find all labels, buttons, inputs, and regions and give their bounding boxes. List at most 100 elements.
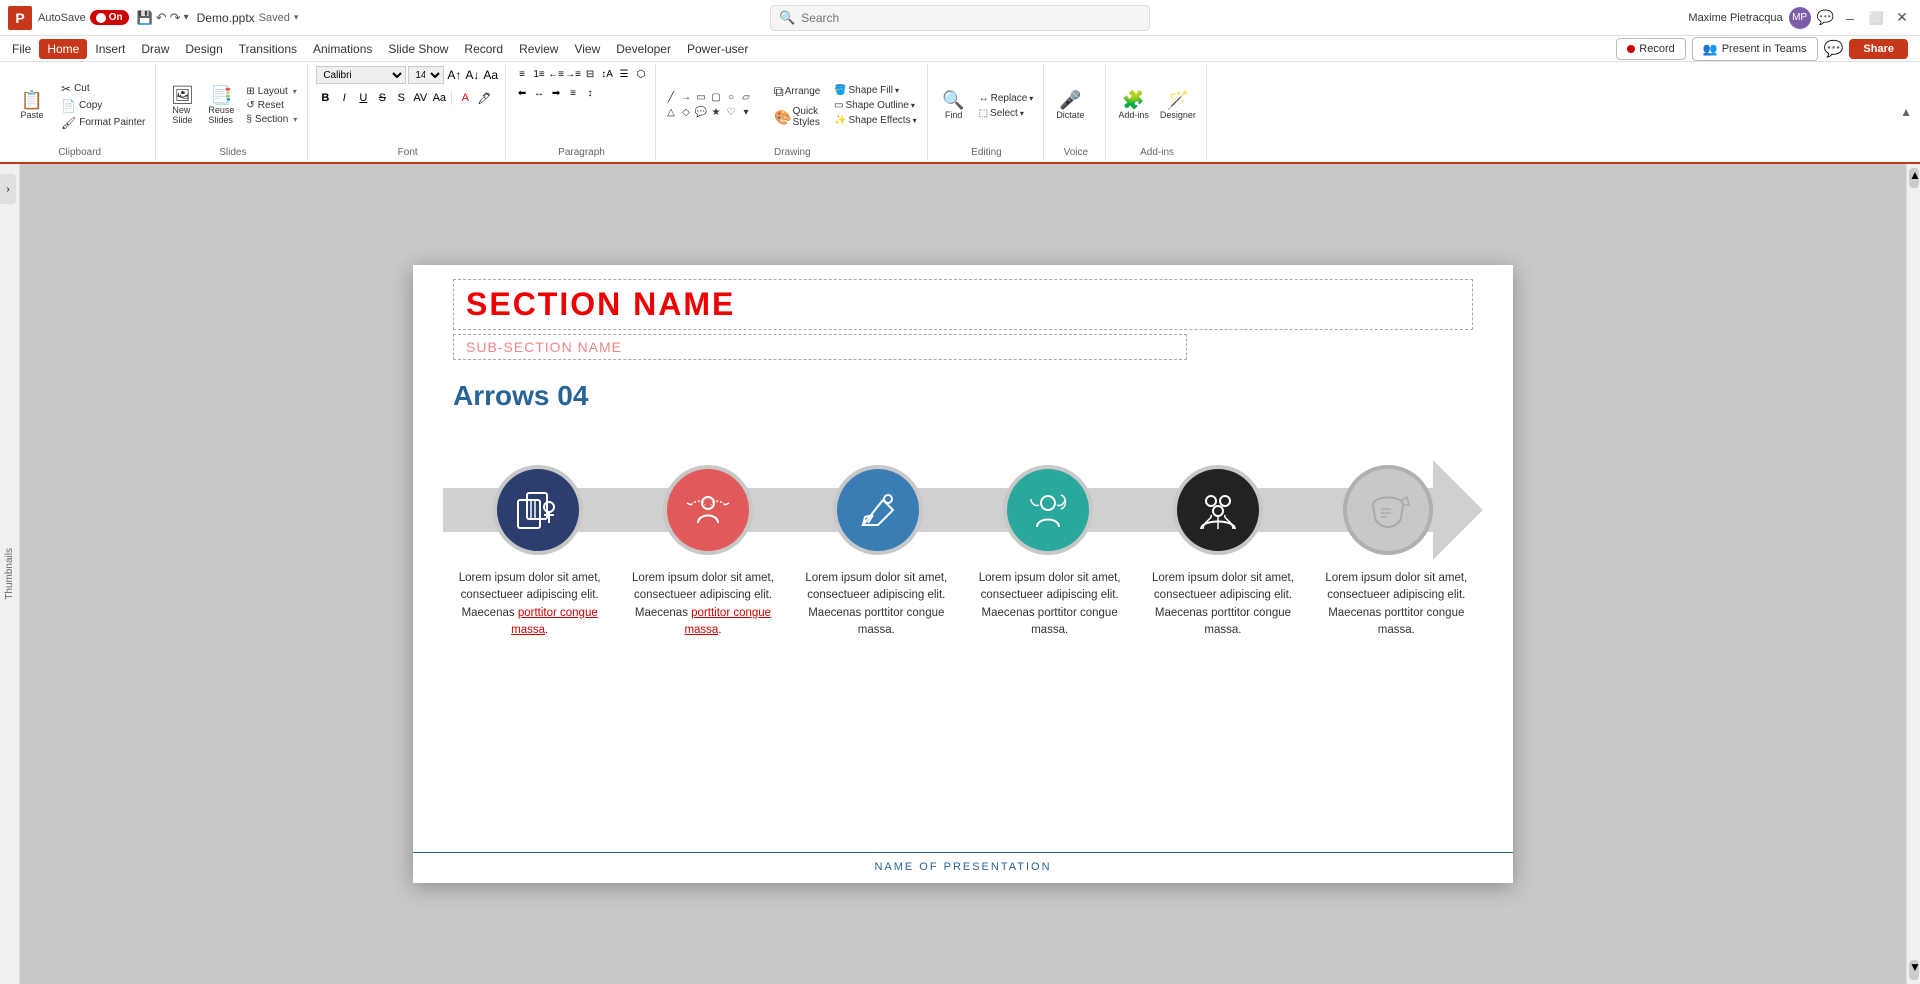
- find-button[interactable]: 🔍 Find: [936, 89, 972, 122]
- bold-button[interactable]: B: [316, 89, 334, 107]
- font-case-button[interactable]: Aa: [430, 89, 448, 107]
- minimize-button[interactable]: –: [1840, 8, 1860, 28]
- align-center-button[interactable]: ↔: [531, 85, 547, 101]
- copy-button[interactable]: 📄 Copy: [57, 98, 149, 114]
- addins-button[interactable]: 🧩 Add-ins: [1114, 89, 1153, 122]
- cut-button[interactable]: ✂ Cut: [57, 81, 149, 97]
- round-rect-shape[interactable]: ▢: [709, 91, 723, 105]
- menu-design[interactable]: Design: [177, 39, 230, 59]
- clear-format-icon[interactable]: Aa: [482, 67, 499, 83]
- decrease-font-icon[interactable]: A↓: [464, 67, 480, 83]
- font-family-select[interactable]: Calibri: [316, 66, 406, 84]
- present-teams-button[interactable]: 👥 Present in Teams: [1692, 37, 1818, 61]
- panel-toggle-button[interactable]: ›: [0, 174, 16, 204]
- link-1[interactable]: porttitor congue massa: [511, 607, 598, 636]
- rect-shape[interactable]: ▭: [694, 91, 708, 105]
- circle-1[interactable]: [493, 465, 583, 555]
- shape-outline-button[interactable]: ▭ Shape Outline ▾: [830, 99, 921, 112]
- more-icon[interactable]: ▾: [184, 12, 189, 23]
- bullets-button[interactable]: ≡: [514, 66, 530, 82]
- section-name-box[interactable]: SECTION NAME: [453, 279, 1473, 330]
- replace-button[interactable]: ↔ Replace ▾: [975, 92, 1038, 105]
- numbering-button[interactable]: 1≡: [531, 66, 547, 82]
- line-spacing-button[interactable]: ↕: [582, 85, 598, 101]
- new-slide-button[interactable]: 🖼 NewSlide: [164, 84, 200, 127]
- more-shapes[interactable]: ▾: [739, 106, 753, 120]
- search-bar[interactable]: 🔍: [770, 5, 1150, 31]
- increase-indent-button[interactable]: →≡: [565, 66, 581, 82]
- layout-button[interactable]: ⊞ Layout ▾: [242, 85, 301, 98]
- menu-record[interactable]: Record: [456, 39, 511, 59]
- save-icon[interactable]: 💾: [137, 10, 153, 26]
- designer-button[interactable]: 🪄 Designer: [1156, 89, 1200, 122]
- menu-review[interactable]: Review: [511, 39, 566, 59]
- circle-5[interactable]: [1173, 465, 1263, 555]
- autosave-toggle[interactable]: On: [90, 10, 129, 25]
- menu-view[interactable]: View: [566, 39, 608, 59]
- reuse-slides-button[interactable]: 📑 ReuseSlides: [203, 84, 239, 127]
- justify-button[interactable]: ≡: [565, 85, 581, 101]
- diamond-shape[interactable]: ◇: [679, 106, 693, 120]
- font-color-button[interactable]: A: [456, 89, 474, 107]
- comments-ribbon-icon[interactable]: 💬: [1824, 39, 1844, 59]
- restore-button[interactable]: ⬜: [1866, 8, 1886, 28]
- highlight-button[interactable]: 🖊: [475, 89, 493, 107]
- quick-styles-button[interactable]: 🎨 QuickStyles: [767, 104, 827, 130]
- menu-file[interactable]: File: [4, 39, 39, 59]
- close-button[interactable]: ✕: [1892, 8, 1912, 28]
- font-size-select[interactable]: 14: [408, 66, 444, 84]
- paste-button[interactable]: 📋 Paste: [10, 89, 54, 122]
- subsection-box[interactable]: SUB-SECTION NAME: [453, 334, 1187, 360]
- shape-effects-button[interactable]: ✨ Shape Effects ▾: [830, 114, 921, 127]
- record-button[interactable]: Record: [1616, 38, 1685, 60]
- share-button[interactable]: Share: [1849, 39, 1908, 59]
- increase-font-icon[interactable]: A↑: [446, 67, 462, 83]
- circle-2[interactable]: [663, 465, 753, 555]
- arrange-button[interactable]: ⧉ Arrange: [767, 81, 827, 102]
- format-painter-button[interactable]: 🖌 Format Painter: [57, 115, 149, 131]
- circle-4[interactable]: [1003, 465, 1093, 555]
- scroll-down-button[interactable]: ▼: [1909, 960, 1919, 980]
- section-button[interactable]: § Section ▾: [242, 113, 301, 126]
- smartart-button[interactable]: ⬡: [633, 66, 649, 82]
- parallelogram-shape[interactable]: ▱: [739, 91, 753, 105]
- star-shape[interactable]: ★: [709, 106, 723, 120]
- menu-home[interactable]: Home: [39, 39, 87, 59]
- menu-transitions[interactable]: Transitions: [231, 39, 305, 59]
- align-right-button[interactable]: ➡: [548, 85, 564, 101]
- triangle-shape[interactable]: △: [664, 106, 678, 120]
- oval-shape[interactable]: ○: [724, 91, 738, 105]
- callout-shape[interactable]: 💬: [694, 106, 708, 120]
- scroll-up-button[interactable]: ▲: [1909, 168, 1919, 188]
- redo-icon[interactable]: ↷: [170, 10, 181, 26]
- search-input[interactable]: [801, 11, 1141, 25]
- comments-icon[interactable]: 💬: [1817, 9, 1834, 26]
- menu-slideshow[interactable]: Slide Show: [380, 39, 456, 59]
- right-scrollbar[interactable]: ▲ ▼: [1906, 164, 1920, 984]
- ribbon-collapse-icon[interactable]: ▲: [1896, 101, 1916, 123]
- link-2[interactable]: porttitor congue massa: [684, 607, 771, 636]
- align-text-button[interactable]: ☰: [616, 66, 632, 82]
- italic-button[interactable]: I: [335, 89, 353, 107]
- char-spacing-button[interactable]: AV: [411, 89, 429, 107]
- select-button[interactable]: ⬚ Select ▾: [975, 107, 1038, 120]
- menu-poweruser[interactable]: Power-user: [679, 39, 756, 59]
- shape-fill-button[interactable]: 🪣 Shape Fill ▾: [830, 84, 921, 97]
- menu-animations[interactable]: Animations: [305, 39, 380, 59]
- menu-developer[interactable]: Developer: [608, 39, 679, 59]
- strikethrough-button[interactable]: S: [373, 89, 391, 107]
- align-left-button[interactable]: ⬅: [514, 85, 530, 101]
- text-direction-button[interactable]: ↕A: [599, 66, 615, 82]
- underline-button[interactable]: U: [354, 89, 372, 107]
- menu-insert[interactable]: Insert: [87, 39, 133, 59]
- line-shape[interactable]: ╱: [664, 91, 678, 105]
- columns-button[interactable]: ⊟: [582, 66, 598, 82]
- slide-canvas[interactable]: SECTION NAME SUB-SECTION NAME Arrows 04: [413, 265, 1513, 883]
- decrease-indent-button[interactable]: ←≡: [548, 66, 564, 82]
- reset-button[interactable]: ↺ Reset: [242, 99, 301, 112]
- arrow-shape[interactable]: →: [679, 91, 693, 105]
- menu-draw[interactable]: Draw: [133, 39, 177, 59]
- dictate-button[interactable]: 🎤 Dictate: [1052, 89, 1088, 122]
- undo-icon[interactable]: ↶: [156, 10, 167, 26]
- slide-title[interactable]: Arrows 04: [453, 380, 588, 412]
